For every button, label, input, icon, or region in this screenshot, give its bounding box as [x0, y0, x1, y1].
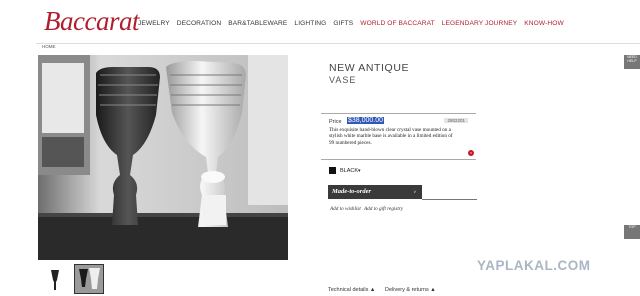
nav-legendary-journey[interactable]: LEGENDARY JOURNEY [442, 20, 517, 27]
price-value: $38,000.00 [347, 117, 385, 124]
header-divider [36, 43, 640, 44]
product-reference: 2802201 [444, 118, 468, 123]
made-to-order-divider [422, 185, 477, 200]
site-header: Baccarat JEWELRY DECORATION BAR&TABLEWAR… [0, 0, 640, 46]
color-label[interactable]: BLACK [340, 168, 358, 174]
thumbnail-1[interactable] [44, 264, 66, 292]
color-swatch[interactable] [329, 167, 336, 174]
product-title: NEW ANTIQUE [329, 62, 410, 74]
price-label: Price [329, 119, 342, 125]
top-tab[interactable]: TOP [624, 225, 640, 239]
close-icon[interactable]: × [468, 150, 474, 156]
main-nav: JEWELRY DECORATION BAR&TABLEWARE LIGHTIN… [138, 20, 564, 27]
product-subtitle: VASE [329, 75, 357, 85]
price-box: Price $38,000.00 2802201 This exquisite … [321, 113, 476, 160]
nav-know-how[interactable]: KNOW-HOW [524, 20, 564, 27]
need-help-tab[interactable]: NEED HELP [624, 55, 640, 69]
nav-decoration[interactable]: DECORATION [177, 20, 221, 27]
delivery-returns-link[interactable]: Delivery & returns ▲ [385, 287, 436, 293]
chevron-down-icon[interactable]: ▾ [358, 168, 361, 174]
nav-bar-tableware[interactable]: BAR&TABLEWARE [228, 20, 287, 27]
breadcrumb[interactable]: HOME [42, 44, 56, 49]
nav-jewelry[interactable]: JEWELRY [138, 20, 170, 27]
product-image[interactable] [38, 55, 288, 260]
technical-details-link[interactable]: Technical details ▲ [328, 287, 375, 293]
product-description: This exquisite hand-blown clear crystal … [329, 127, 453, 146]
nav-lighting[interactable]: LIGHTING [294, 20, 326, 27]
add-to-gift-registry-link[interactable]: Add to gift registry [364, 206, 403, 212]
chevron-up-icon: ▲ [369, 287, 376, 293]
baccarat-logo[interactable]: Baccarat [44, 6, 139, 37]
thumbnail-2[interactable] [74, 264, 104, 294]
thumbnail-strip [44, 264, 104, 294]
arrow-right-icon: › [414, 189, 416, 195]
nav-gifts[interactable]: GIFTS [333, 20, 353, 27]
add-to-wishlist-link[interactable]: Add to wishlist [330, 206, 361, 212]
watermark: YAPLAKAL.COM [477, 258, 591, 273]
made-to-order-label: Made-to-order [332, 188, 371, 195]
nav-world-of-baccarat[interactable]: WORLD OF BACCARAT [360, 20, 434, 27]
chevron-up-icon: ▲ [430, 287, 436, 293]
made-to-order-button[interactable]: Made-to-order › [328, 185, 422, 199]
